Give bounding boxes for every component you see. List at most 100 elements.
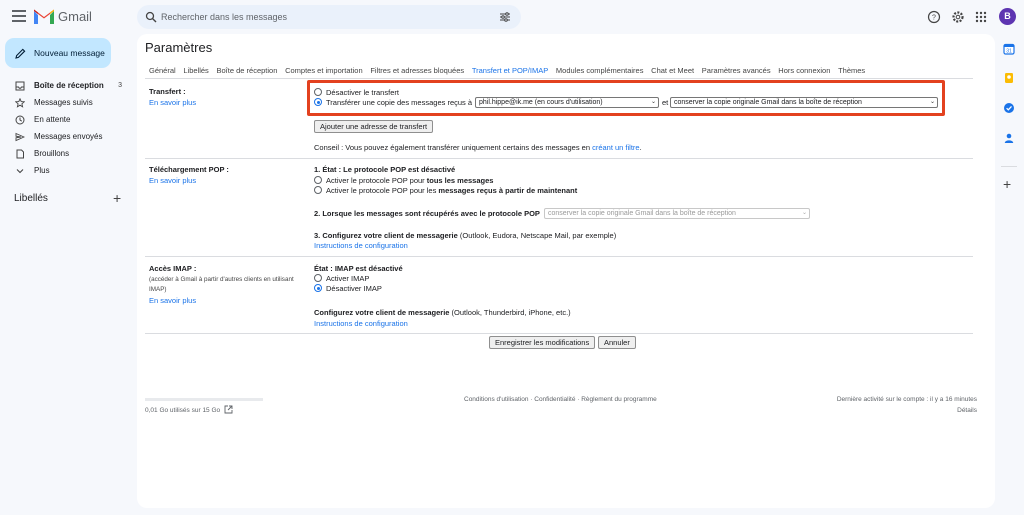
forwarding-label: Transfert : [149,87,186,96]
draft-icon [14,148,26,160]
forward-address-value: phil.hippe@ik.me (en cours d'utilisation… [479,99,603,106]
compose-label: Nouveau message [34,48,105,58]
compose-button[interactable]: Nouveau message [5,38,111,68]
pop-when-value: conserver la copie originale Gmail dans … [548,210,736,217]
tab-inbox[interactable]: Boîte de réception [217,66,278,75]
forward-action-value: conserver la copie originale Gmail dans … [674,99,862,106]
open-external-icon[interactable] [224,405,233,414]
help-icon[interactable]: ? [926,9,942,25]
sidebar-item-snoozed[interactable]: En attente [0,111,130,128]
create-filter-link[interactable]: créant un filtre [592,143,640,152]
disable-imap-label: Désactiver IMAP [326,284,382,293]
tab-addons[interactable]: Modules complémentaires [556,66,644,75]
tab-labels[interactable]: Libellés [183,66,208,75]
tab-filters[interactable]: Filtres et adresses bloquées [370,66,464,75]
search-options-icon[interactable] [499,11,511,23]
imap-learn-more-link[interactable]: En savoir plus [149,296,196,305]
storage-bar [145,398,263,401]
sidebar-item-sent[interactable]: Messages envoyés [0,128,130,145]
sidebar-item-inbox[interactable]: Boîte de réception 3 [0,77,130,94]
tab-chat-meet[interactable]: Chat et Meet [651,66,694,75]
get-addons-plus-icon[interactable]: + [1003,176,1011,192]
sidebar-item-drafts[interactable]: Brouillons [0,145,130,162]
tab-forwarding-pop-imap[interactable]: Transfert et POP/IMAP [472,66,548,75]
tab-advanced[interactable]: Paramètres avancés [702,66,771,75]
chevron-down-icon [14,165,26,177]
tab-themes[interactable]: Thèmes [838,66,865,75]
select-caret-icon: ⌄ [801,210,807,216]
account-avatar[interactable]: B [999,8,1016,25]
imap-status: État : IMAP est désactivé [314,264,403,273]
svg-text:?: ? [932,15,936,22]
calendar-icon[interactable]: 31 [1003,43,1015,55]
disable-forwarding-label: Désactiver le transfert [326,88,399,97]
pop-new-messages-label: Activer le protocole POP pour les messag… [326,186,577,195]
pop-new-prefix: Activer le protocole POP pour les [326,186,439,195]
tip-prefix: Conseil : Vous pouvez également transfér… [314,143,593,152]
pop-when-select[interactable]: conserver la copie originale Gmail dans … [544,208,810,219]
search-input[interactable] [161,9,481,25]
add-forwarding-address-button[interactable]: Ajouter une adresse de transfert [314,120,434,133]
pop-all-bold: tous les messages [426,176,494,185]
imap-label: Accès IMAP : [149,264,197,273]
disable-forwarding-radio[interactable] [314,88,322,96]
section-divider [145,256,973,257]
details-link[interactable]: Détails [957,407,977,414]
footer-links[interactable]: Conditions d'utilisation · Confidentiali… [464,396,657,403]
forward-copy-radio[interactable] [314,98,322,106]
apps-grid-icon[interactable] [973,9,989,25]
pop-all-messages-radio[interactable] [314,176,322,184]
pop-instructions-link[interactable]: Instructions de configuration [314,241,408,250]
section-divider [145,158,973,159]
pop-new-messages-radio[interactable] [314,186,322,194]
forwarding-tip: Conseil : Vous pouvez également transfér… [314,143,642,152]
cancel-button[interactable]: Annuler [598,336,636,349]
search-icon[interactable] [145,11,157,23]
search-bar [137,5,521,29]
send-icon [14,131,26,143]
disable-imap-radio[interactable] [314,284,322,292]
pop-all-prefix: Activer le protocole POP pour [326,176,427,185]
gmail-logo[interactable]: Gmail [34,9,92,24]
tab-general[interactable]: Général [149,66,176,75]
sidebar-item-more[interactable]: Plus [0,162,130,179]
keep-notes-icon[interactable] [1003,72,1015,84]
imap-client-rest: (Outlook, Thunderbird, iPhone, etc.) [449,308,571,317]
sidebar-item-label: En attente [34,115,71,124]
tasks-icon[interactable] [1003,102,1015,114]
inbox-icon [14,80,26,92]
svg-text:31: 31 [1006,49,1012,55]
gmail-m-icon [34,9,54,24]
pencil-icon [15,48,26,59]
star-icon [14,97,26,109]
imap-client-config: Configurez votre client de messagerie (O… [314,308,571,317]
enable-imap-radio[interactable] [314,274,322,282]
add-label-button[interactable]: + [113,190,121,206]
select-caret-icon: ⌄ [929,99,935,105]
pop-when-label: 2. Lorsque les messages sont récupérés a… [314,209,540,218]
pop-client-rest: (Outlook, Eudora, Netscape Mail, par exe… [457,231,617,240]
pop-new-bold: messages reçus à partir de maintenant [438,186,578,195]
sidebar-nav: Boîte de réception 3 Messages suivis En … [0,77,130,179]
forwarding-learn-more-link[interactable]: En savoir plus [149,98,196,107]
unread-count: 3 [118,82,122,89]
main-menu-icon[interactable] [12,10,26,22]
tab-accounts[interactable]: Comptes et importation [285,66,363,75]
settings-gear-icon[interactable] [950,9,966,25]
side-panel-divider [1001,166,1017,167]
sidebar-item-starred[interactable]: Messages suivis [0,94,130,111]
settings-panel: Paramètres Général Libellés Boîte de réc… [137,34,995,508]
contacts-icon[interactable] [1003,132,1015,144]
pop-status: 1. État : Le protocole POP est désactivé [314,165,456,174]
pop-learn-more-link[interactable]: En savoir plus [149,176,196,185]
pop-all-messages-label: Activer le protocole POP pour tous les m… [326,176,493,185]
page-title: Paramètres [145,40,213,55]
forward-action-select[interactable]: conserver la copie originale Gmail dans … [670,97,938,108]
imap-instructions-link[interactable]: Instructions de configuration [314,319,408,328]
sidebar-item-label: Boîte de réception [34,81,104,90]
forward-address-select[interactable]: phil.hippe@ik.me (en cours d'utilisation… [475,97,659,108]
tip-suffix: . [639,143,642,152]
save-changes-button[interactable]: Enregistrer les modifications [489,336,596,349]
labels-heading: Libellés [14,193,48,204]
tab-offline[interactable]: Hors connexion [778,66,830,75]
